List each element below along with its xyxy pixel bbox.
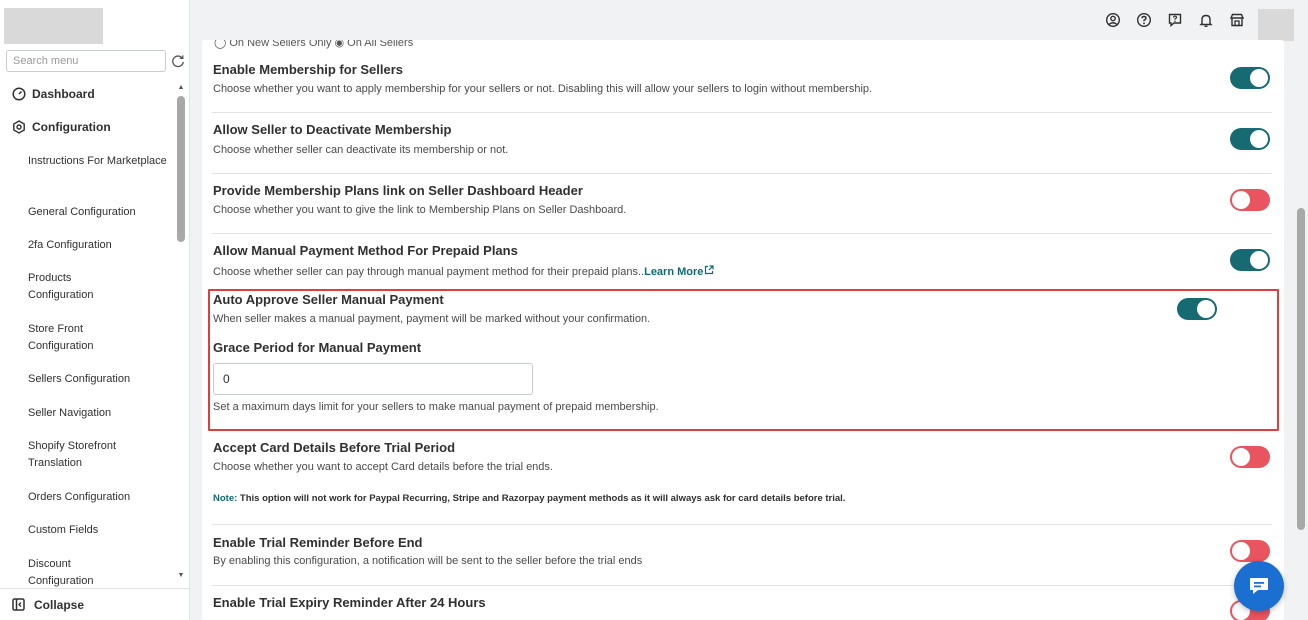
- setting-title: Auto Approve Seller Manual Payment: [213, 292, 444, 307]
- sidebar-item-label: Dashboard: [32, 87, 95, 101]
- sidebar-item-orders-configuration[interactable]: Orders Configuration: [28, 489, 168, 506]
- card-details-toggle[interactable]: [1230, 446, 1270, 468]
- search-menu-input[interactable]: [7, 51, 165, 71]
- setting-title: Accept Card Details Before Trial Period: [213, 440, 456, 455]
- sidebar-item-sellers-configuration[interactable]: Sellers Configuration: [28, 371, 168, 388]
- setting-description: Choose whether you want to give the link…: [213, 204, 627, 216]
- learn-more-label: Learn More: [644, 266, 704, 278]
- setting-description: Choose whether seller can deactivate its…: [213, 144, 509, 156]
- sidebar-item-seller-navigation[interactable]: Seller Navigation: [28, 405, 168, 422]
- setting-title: Allow Manual Payment Method For Prepaid …: [213, 243, 518, 258]
- divider: [212, 524, 1272, 525]
- setting-title: Provide Membership Plans link on Seller …: [213, 183, 583, 198]
- grace-period-input[interactable]: 0: [213, 363, 533, 395]
- learn-more-link[interactable]: Learn More: [644, 265, 714, 278]
- sidebar-item-dashboard[interactable]: Dashboard: [12, 87, 95, 101]
- auto-approve-toggle[interactable]: [1177, 298, 1217, 320]
- setting-title: Allow Seller to Deactivate Membership: [213, 122, 452, 137]
- manual-payment-toggle[interactable]: [1230, 249, 1270, 271]
- collapse-label: Collapse: [34, 597, 85, 612]
- enable-membership-toggle[interactable]: [1230, 67, 1270, 89]
- divider: [212, 112, 1272, 113]
- setting-description-text: Choose whether seller can pay through ma…: [213, 266, 645, 278]
- note-text: This option will not work for Paypal Rec…: [237, 493, 846, 504]
- settings-icon: [13, 120, 25, 134]
- user-circle-icon[interactable]: [1105, 12, 1121, 28]
- page-scrollbar-thumb[interactable]: [1297, 208, 1305, 530]
- setting-description: Choose whether you want to apply members…: [213, 83, 873, 95]
- chat-button[interactable]: [1234, 561, 1284, 611]
- sidebar-item-discount-configuration[interactable]: Discount Configuration: [28, 556, 118, 588]
- collapse-button[interactable]: Collapse: [0, 588, 189, 620]
- sidebar-item-store-front-configuration[interactable]: Store Front Configuration: [28, 321, 118, 355]
- collapse-icon: [12, 598, 25, 611]
- external-link-icon: [705, 265, 714, 275]
- sidebar-item-2fa-configuration[interactable]: 2fa Configuration: [28, 237, 168, 254]
- divider: [212, 585, 1272, 586]
- scroll-up-arrow[interactable]: ▲: [176, 84, 186, 92]
- sidebar-scrollbar-thumb[interactable]: [177, 96, 185, 242]
- refresh-icon[interactable]: [171, 54, 185, 68]
- trial-reminder-toggle[interactable]: [1230, 540, 1270, 562]
- sidebar-item-products-configuration[interactable]: Products Configuration: [28, 270, 118, 304]
- setting-description: Choose whether seller can pay through ma…: [213, 265, 714, 278]
- grace-period-help: Set a maximum days limit for your seller…: [213, 401, 659, 413]
- settings-card: ◯ On New Sellers Only ◉ On All Sellers E…: [202, 40, 1284, 620]
- setting-title: Enable Membership for Sellers: [213, 62, 404, 77]
- sidebar-item-configuration[interactable]: Configuration: [12, 120, 111, 134]
- sidebar-item-instructions[interactable]: Instructions For Marketplace: [28, 153, 168, 170]
- sidebar-item-custom-fields[interactable]: Custom Fields: [28, 522, 168, 539]
- chat-icon: [1250, 578, 1268, 594]
- divider: [212, 233, 1272, 234]
- dashboard-icon: [12, 87, 26, 101]
- sidebar-item-label: Configuration: [32, 120, 111, 134]
- feedback-icon[interactable]: [1167, 12, 1183, 28]
- help-icon[interactable]: [1136, 12, 1152, 28]
- sidebar: Dashboard Configuration Instructions For…: [0, 0, 190, 620]
- note-label: Note:: [213, 493, 238, 504]
- setting-title: Enable Trial Reminder Before End: [213, 535, 423, 550]
- sidebar-item-shopify-storefront-translation[interactable]: Shopify Storefront Translation: [28, 438, 138, 472]
- scroll-down-arrow[interactable]: ▼: [176, 572, 186, 580]
- avatar[interactable]: [1258, 9, 1294, 41]
- deactivate-membership-toggle[interactable]: [1230, 128, 1270, 150]
- plans-link-toggle[interactable]: [1230, 189, 1270, 211]
- store-logo: [4, 8, 103, 44]
- bell-icon[interactable]: [1198, 12, 1214, 28]
- setting-title: Grace Period for Manual Payment: [213, 340, 422, 355]
- divider: [212, 173, 1272, 174]
- setting-description: Choose whether you want to accept Card d…: [213, 461, 553, 473]
- setting-description: By enabling this configuration, a notifi…: [213, 555, 643, 567]
- sidebar-menu: Dashboard Configuration Instructions For…: [0, 80, 176, 588]
- search-menu-box: [6, 50, 166, 72]
- store-icon[interactable]: [1229, 12, 1245, 28]
- card-details-note: Note: This option will not work for Payp…: [213, 493, 845, 504]
- setting-title: Enable Trial Expiry Reminder After 24 Ho…: [213, 595, 486, 610]
- membership-scope-radio-row[interactable]: ◯ On New Sellers Only ◉ On All Sellers: [214, 40, 413, 49]
- setting-description: When seller makes a manual payment, paym…: [213, 313, 651, 325]
- sidebar-item-general-configuration[interactable]: General Configuration: [28, 204, 168, 221]
